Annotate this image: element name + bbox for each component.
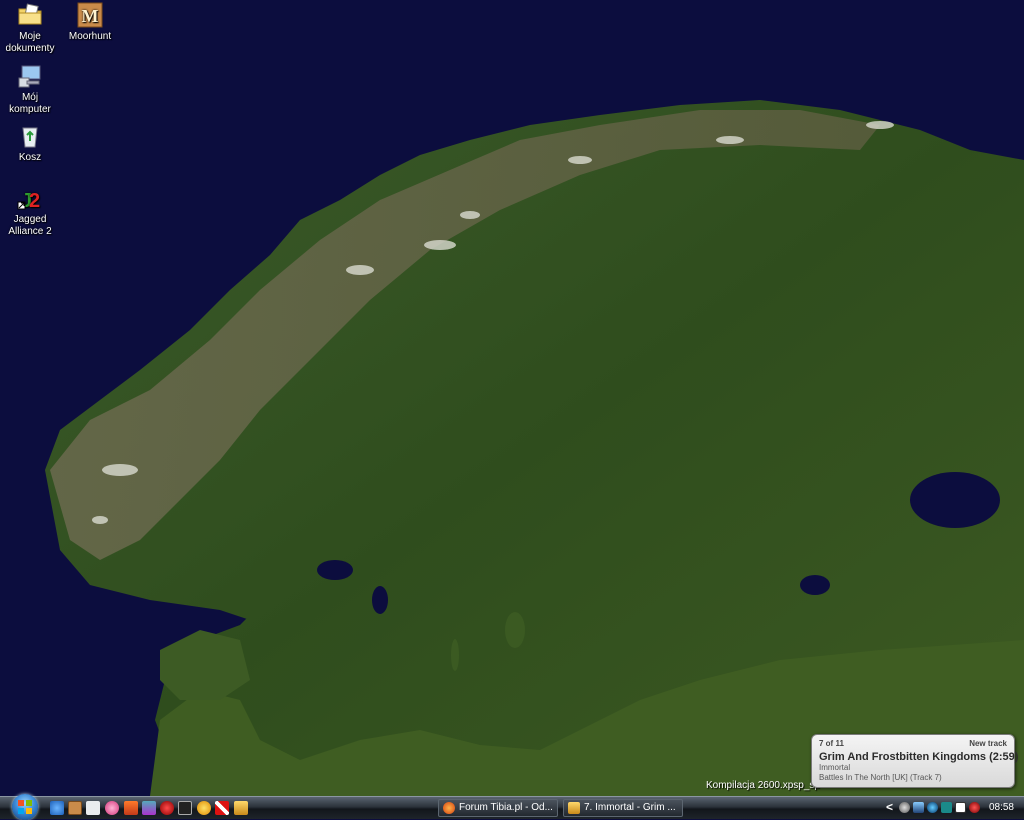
tray-expand-button[interactable]: < [886,800,893,814]
media-icon[interactable] [86,801,100,815]
icon-label: Mój [21,92,39,103]
track-position: 7 of 11 [819,739,844,748]
jagged-alliance-2-icon: J 2 [17,190,40,211]
build-watermark: Kompilacja 2600.xpsp_sp [706,780,820,791]
track-artist: Immortal [819,763,851,772]
winamp-icon [568,802,580,814]
icon-label: Jagged [13,214,47,225]
firefox-icon [443,802,455,814]
folder-documents-icon [18,3,42,25]
taskbar-button-winamp[interactable]: 7. Immortal - Grim ... [563,799,683,817]
pink-app-icon[interactable] [105,801,119,815]
desktop-icon-jagged-alliance-2[interactable]: J 2 Jagged Alliance 2 [0,185,62,238]
desktop-wallpaper [0,0,1024,796]
clock[interactable]: 08:58 [989,802,1014,813]
icon-label: dokumenty [5,43,55,54]
winamp-icon[interactable] [178,801,192,815]
svg-text:M: M [82,6,99,26]
display-icon[interactable] [955,802,966,813]
oland-island [451,639,459,671]
media-player-icon[interactable] [160,801,174,815]
start-button[interactable] [12,794,38,820]
antivirus-icon[interactable] [941,802,952,813]
recycle-bin-icon [22,127,38,148]
track-album: Battles In The North [UK] (Track 7) [819,773,942,782]
game-icon[interactable] [142,801,156,815]
gotland-island [505,612,525,648]
moorhunt-icon[interactable] [68,801,82,815]
volume-icon[interactable] [899,802,910,813]
network-icon[interactable] [913,802,924,813]
help-icon[interactable] [927,802,938,813]
desktop-icon-moorhunt[interactable]: M Moorhunt [58,2,122,43]
red-app-icon[interactable] [215,801,229,815]
task-label: Forum Tibia.pl - Od... [459,802,553,813]
my-computer-icon [18,65,41,88]
moorhunt-game-icon: M [77,2,103,28]
icon-label: komputer [9,104,51,115]
svg-text:2: 2 [29,190,40,211]
ie-icon[interactable] [50,801,64,815]
now-playing-notification[interactable]: 7 of 11 New track Grim And Frostbitten K… [811,734,1019,788]
desktop-icon-moje-dokumenty[interactable]: Moje dokumenty [0,2,62,55]
icon-label: Alliance 2 [8,226,52,237]
icon-label: Moje [19,31,41,42]
new-track-badge: New track [969,739,1007,748]
desktop-icon-moj-komputer[interactable]: Mój komputer [0,63,62,116]
system-tray: < 08:58 [882,797,1024,820]
taskbar-button-forum[interactable]: Forum Tibia.pl - Od... [438,799,558,817]
task-label: 7. Immortal - Grim ... [584,802,676,813]
app-tray-icon[interactable] [969,802,980,813]
icon-label: Moorhunt [68,31,112,42]
track-title: Grim And Frostbitten Kingdoms (2:59) [819,751,1019,763]
gold-app-icon[interactable] [234,801,248,815]
windows-start-orb-icon [18,800,32,814]
sun-icon[interactable] [197,801,211,815]
firefox-icon[interactable] [124,801,138,815]
icon-label: Kosz [18,152,42,163]
taskbar: Forum Tibia.pl - Od... 7. Immortal - Gri… [0,794,1024,820]
desktop-icon-kosz[interactable]: Kosz [0,123,62,164]
